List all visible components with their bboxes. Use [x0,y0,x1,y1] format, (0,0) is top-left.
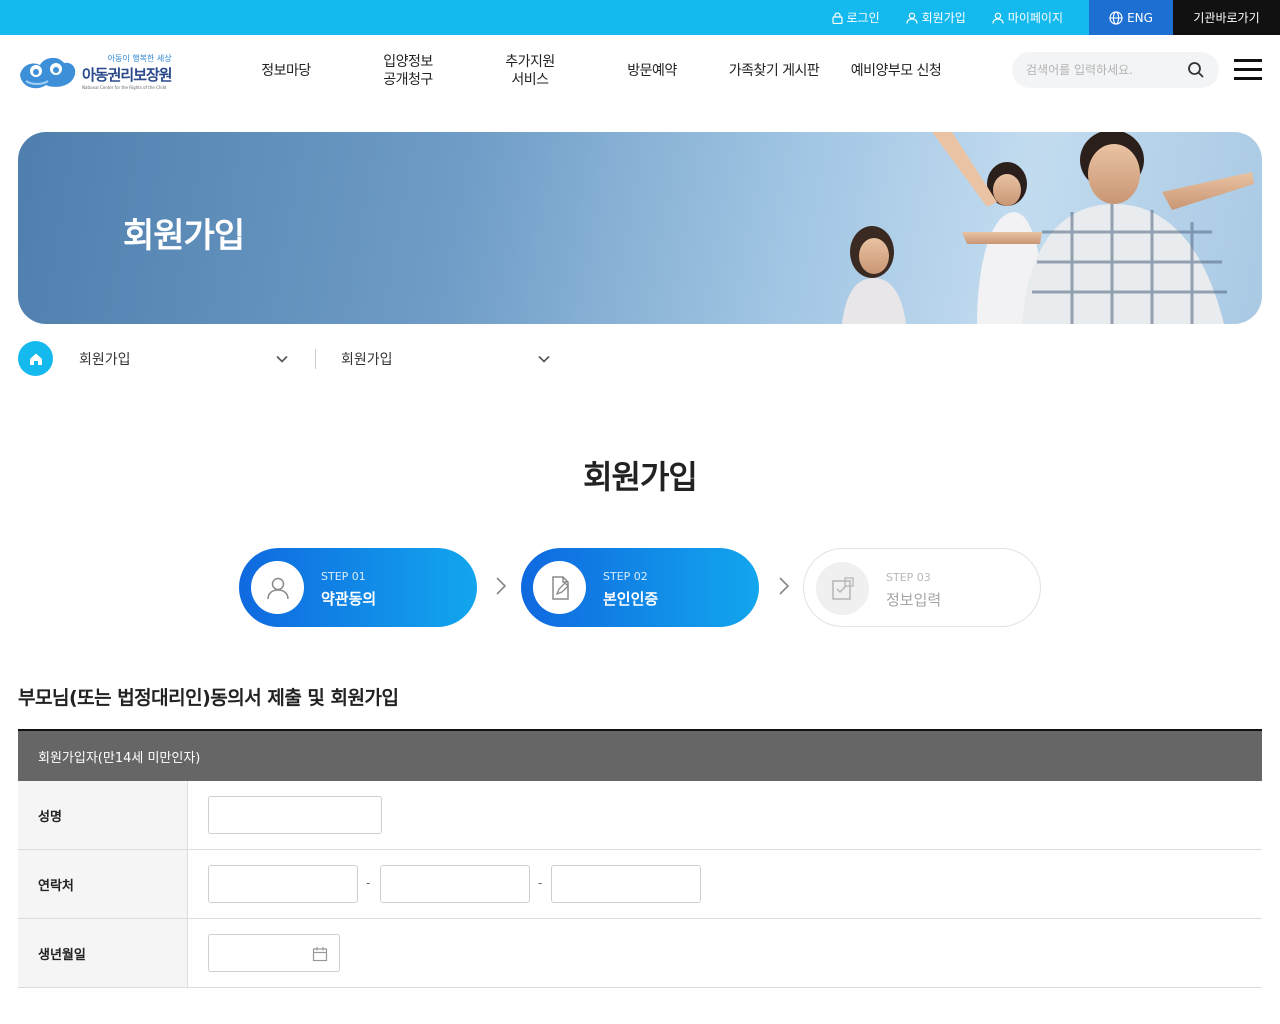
site-header: 아동이 행복한 세상 아동권리보장원 National Center for t… [0,35,1280,107]
birthdate-label: 생년월일 [18,919,188,987]
home-button[interactable] [18,341,53,376]
breadcrumb-level2-label: 회원가입 [341,352,393,368]
name-label: 성명 [18,781,188,849]
chevron-down-icon [538,355,550,363]
search-icon[interactable] [1187,61,1205,79]
nav-item-family-search-board[interactable]: 가족찾기 게시판 [713,35,835,107]
document-edit-icon [551,575,569,600]
breadcrumb: 회원가입 회원가입 [18,341,578,377]
step-number: STEP 02 [603,570,648,583]
breadcrumb-level1-label: 회원가입 [79,352,131,368]
breadcrumb-divider [315,349,316,369]
breadcrumb-level1-select[interactable]: 회원가입 [79,341,289,377]
page-title: 회원가입 [583,458,698,496]
step-name: 본인인증 [603,590,659,608]
logo-name: 아동권리보장원 [82,65,173,84]
page-banner: 회원가입 [18,132,1262,324]
banner-people-illustration [842,132,1254,324]
home-icon [29,353,42,365]
banner-title: 회원가입 [123,216,245,256]
nav-item-info[interactable]: 정보마당 [225,35,347,107]
chevron-right-icon [779,577,790,595]
search-box [1012,52,1219,88]
chevron-right-icon [496,577,507,595]
logo-mark-icon [20,57,76,89]
mypage-label: 마이페이지 [1007,11,1063,25]
step-icon-wrap [533,561,586,614]
step-number: STEP 01 [321,570,366,583]
utility-links: 로그인 회원가입 마이페이지 [831,0,1090,35]
main-navigation: 정보마당 입양정보 공개청구 추가지원 서비스 방문예약 가족찾기 게시판 예비… [225,35,957,107]
signup-label: 회원가입 [921,11,966,25]
english-label: ENG [1127,10,1153,25]
logo-english-name: National Center for the Rights of the Ch… [82,84,167,90]
phone-part3-input[interactable] [551,865,701,903]
form-row-name: 성명 [18,781,1262,850]
breadcrumb-level2-select[interactable]: 회원가입 [341,341,551,377]
chevron-down-icon [276,355,288,363]
step-identity-verification: STEP 02 본인인증 [521,548,759,627]
login-link[interactable]: 로그인 [831,9,880,26]
phone-part1-input[interactable] [208,865,358,903]
user-icon [266,577,289,599]
phone-separator: - [366,876,371,890]
institution-shortcut-button[interactable]: 기관바로가기 [1173,0,1280,35]
hamburger-menu-icon[interactable] [1234,59,1262,81]
step-info-input: STEP 03 정보입력 [803,548,1041,627]
user-icon [906,12,918,24]
globe-icon [1109,10,1123,25]
calendar-icon[interactable] [312,946,328,962]
step-name: 약관동의 [321,590,377,608]
form-row-phone: 연락처 - - [18,850,1262,919]
step-icon-wrap [816,562,869,615]
guardian-consent-form: 회원가입자(만14세 미만인자) 성명 연락처 - - 생년월일 [18,729,1262,988]
english-button[interactable]: ENG [1089,0,1173,35]
step-name: 정보입력 [886,591,942,609]
section-title: 부모님(또는 법정대리인)동의서 제출 및 회원가입 [18,687,399,709]
logo-tagline: 아동이 행복한 세상 [107,53,172,63]
mypage-link[interactable]: 마이페이지 [992,9,1063,26]
nav-item-additional-support[interactable]: 추가지원 서비스 [469,35,591,107]
name-input[interactable] [208,796,382,834]
signup-link[interactable]: 회원가입 [906,9,966,26]
site-logo[interactable]: 아동이 행복한 세상 아동권리보장원 National Center for t… [16,49,181,93]
nav-item-adoption-info-request[interactable]: 입양정보 공개청구 [347,35,469,107]
login-label: 로그인 [846,11,880,25]
search-input[interactable] [1026,60,1176,80]
step-terms-agreement: STEP 01 약관동의 [239,548,477,627]
step-number: STEP 03 [886,571,931,584]
top-utility-bar: 로그인 회원가입 마이페이지 ENG 기관바로가기 [0,0,1280,35]
nav-item-prospective-parent-apply[interactable]: 예비양부모 신청 [835,35,957,107]
form-header: 회원가입자(만14세 미만인자) [18,731,1262,781]
nav-item-visit-reservation[interactable]: 방문예약 [591,35,713,107]
phone-separator: - [538,876,543,890]
institution-label: 기관바로가기 [1193,11,1260,25]
user-icon [992,12,1004,24]
form-row-birthdate: 생년월일 [18,919,1262,988]
phone-part2-input[interactable] [380,865,530,903]
step-icon-wrap [251,561,304,614]
form-check-icon [831,576,854,600]
lock-icon [831,11,843,24]
phone-label: 연락처 [18,850,188,918]
